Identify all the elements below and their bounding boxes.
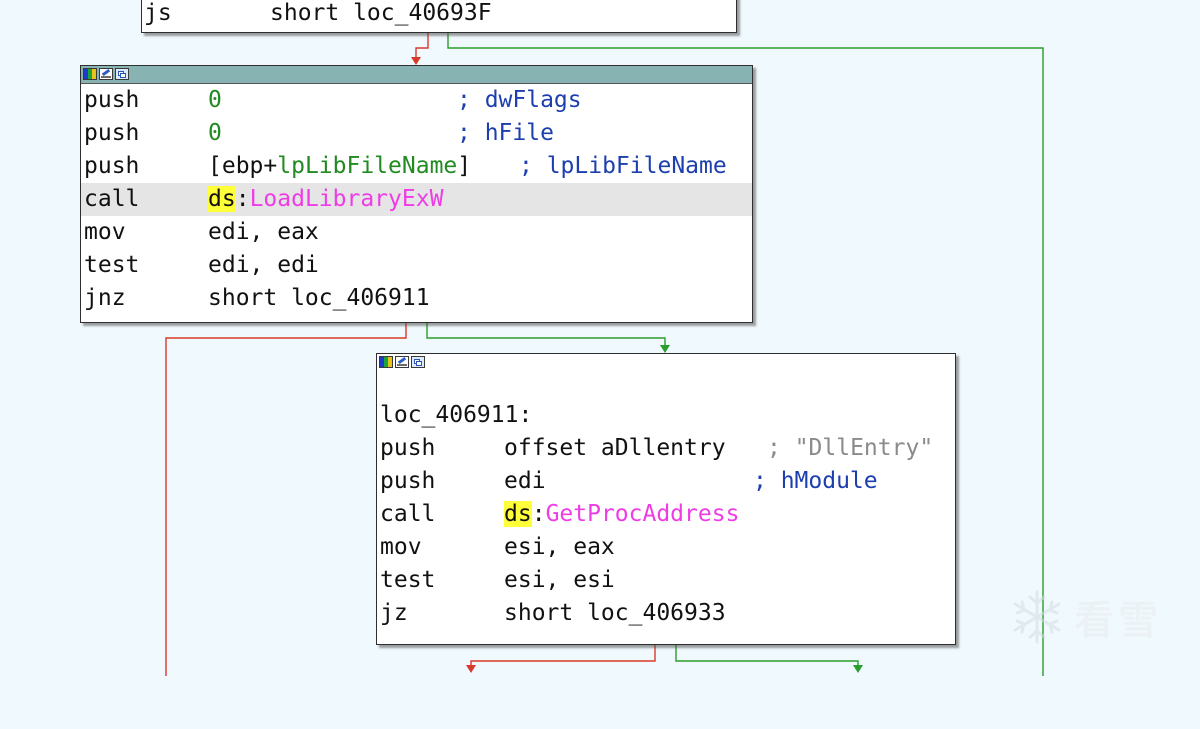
mnemonic: push — [380, 435, 436, 461]
operand-immediate: 0 — [208, 120, 222, 146]
mnemonic: jz — [380, 600, 408, 626]
operand-memory: [ebp+lpLibFileName] — [208, 150, 471, 183]
operand-base: [ebp+ — [208, 153, 278, 179]
block-header — [377, 354, 955, 371]
code-block-loc-406911[interactable]: loc_406911: push offset aDllentry ; "Dll… — [376, 353, 956, 645]
blank-row — [377, 371, 955, 399]
edge-jz-false-arrowhead — [466, 665, 476, 673]
operand-jump-target[interactable]: short loc_406911 — [208, 282, 430, 315]
edge-js-false[interactable] — [415, 31, 429, 60]
location-label-row[interactable]: loc_406911: — [377, 399, 955, 432]
edit-node-icon[interactable] — [395, 356, 409, 368]
instruction-row[interactable]: mov esi, eax — [377, 531, 955, 564]
operand: edi, edi — [208, 252, 319, 278]
operand: esi, eax — [504, 534, 615, 560]
instruction-row[interactable]: push offset aDllentry ; "DllEntry" — [377, 432, 955, 465]
operand: edi, eax — [208, 219, 319, 245]
watermark: 看雪 — [1008, 588, 1162, 646]
segment-separator: : — [531, 501, 546, 527]
mnemonic: push — [84, 87, 140, 113]
edge-jz-true-arrowhead — [853, 665, 863, 673]
edge-jz-true[interactable] — [675, 644, 859, 668]
segment-register-highlighted[interactable]: ds — [504, 501, 532, 527]
mnemonic: test — [84, 252, 140, 278]
watermark-text: 看雪 — [1074, 598, 1162, 644]
instruction-row[interactable]: push [ebp+lpLibFileName] ; lpLibFileName — [81, 150, 752, 183]
string-comment: ; "DllEntry" — [767, 435, 934, 461]
operand-import: ds:GetProcAddress — [504, 498, 739, 531]
mnemonic: push — [84, 120, 140, 146]
instruction-row[interactable]: test esi, esi — [377, 564, 955, 597]
instruction-row[interactable]: mov edi, eax — [81, 216, 752, 249]
instruction-row[interactable]: jz short loc_406933 — [377, 597, 955, 630]
instruction-row-selected[interactable]: call ds:LoadLibraryExW — [81, 183, 752, 216]
operand-immediate: 0 — [208, 87, 222, 113]
instruction-row[interactable]: push edi ; hModule — [377, 465, 955, 498]
graph-overview-icon[interactable] — [115, 68, 129, 80]
operand: edi — [504, 468, 546, 494]
instruction-row[interactable]: jnz short loc_406911 — [81, 282, 752, 315]
instruction-row[interactable]: js short loc_40693F — [142, 0, 736, 30]
graph-overview-icon[interactable] — [411, 356, 425, 368]
mnemonic: push — [84, 153, 140, 179]
mnemonic: js — [144, 0, 172, 26]
node-color-icon[interactable] — [379, 356, 393, 368]
api-name[interactable]: LoadLibraryExW — [250, 186, 444, 212]
operand[interactable]: offset aDllentry — [504, 432, 726, 465]
edge-js-false-arrowhead — [411, 57, 421, 65]
operand-import: ds:LoadLibraryExW — [208, 183, 443, 216]
code-block-js-top[interactable]: js short loc_40693F — [141, 0, 737, 33]
edge-jz-false[interactable] — [470, 644, 656, 668]
instruction-row[interactable]: test edi, edi — [81, 249, 752, 282]
operand-variable[interactable]: lpLibFileName — [277, 153, 457, 179]
comment: ; dwFlags — [457, 87, 582, 113]
mnemonic: mov — [380, 534, 422, 560]
block-header — [81, 66, 752, 84]
mnemonic: call — [84, 186, 140, 212]
instruction-row[interactable]: push 0 ; dwFlags — [81, 84, 752, 117]
edge-jnz-true[interactable] — [426, 321, 666, 348]
operand: esi, esi — [504, 567, 615, 593]
operand: short loc_40693F — [270, 0, 492, 26]
comment: ; hModule — [753, 468, 878, 494]
mnemonic: jnz — [84, 285, 126, 311]
snowflake-icon — [1013, 590, 1061, 644]
operand-jump-target[interactable]: short loc_406933 — [504, 597, 726, 630]
mnemonic: push — [380, 468, 436, 494]
comment: ; hFile — [457, 120, 554, 146]
operand-close: ] — [457, 153, 472, 179]
api-name[interactable]: GetProcAddress — [546, 501, 740, 527]
edit-node-icon[interactable] — [99, 68, 113, 80]
mnemonic: test — [380, 567, 436, 593]
mnemonic: mov — [84, 219, 126, 245]
node-color-icon[interactable] — [83, 68, 97, 80]
mnemonic: call — [380, 501, 436, 527]
instruction-row[interactable]: call ds:GetProcAddress — [377, 498, 955, 531]
location-label[interactable]: loc_406911: — [380, 399, 532, 432]
code-block-load-library[interactable]: push 0 ; dwFlags push 0 ; hFile push [eb… — [80, 65, 753, 323]
segment-register-highlighted[interactable]: ds — [208, 186, 236, 212]
comment: ; lpLibFileName — [519, 153, 727, 179]
edge-jnz-true-arrowhead — [660, 345, 670, 353]
instruction-row[interactable]: push 0 ; hFile — [81, 117, 752, 150]
edge-jnz-false[interactable] — [165, 321, 407, 676]
segment-separator: : — [235, 186, 250, 212]
